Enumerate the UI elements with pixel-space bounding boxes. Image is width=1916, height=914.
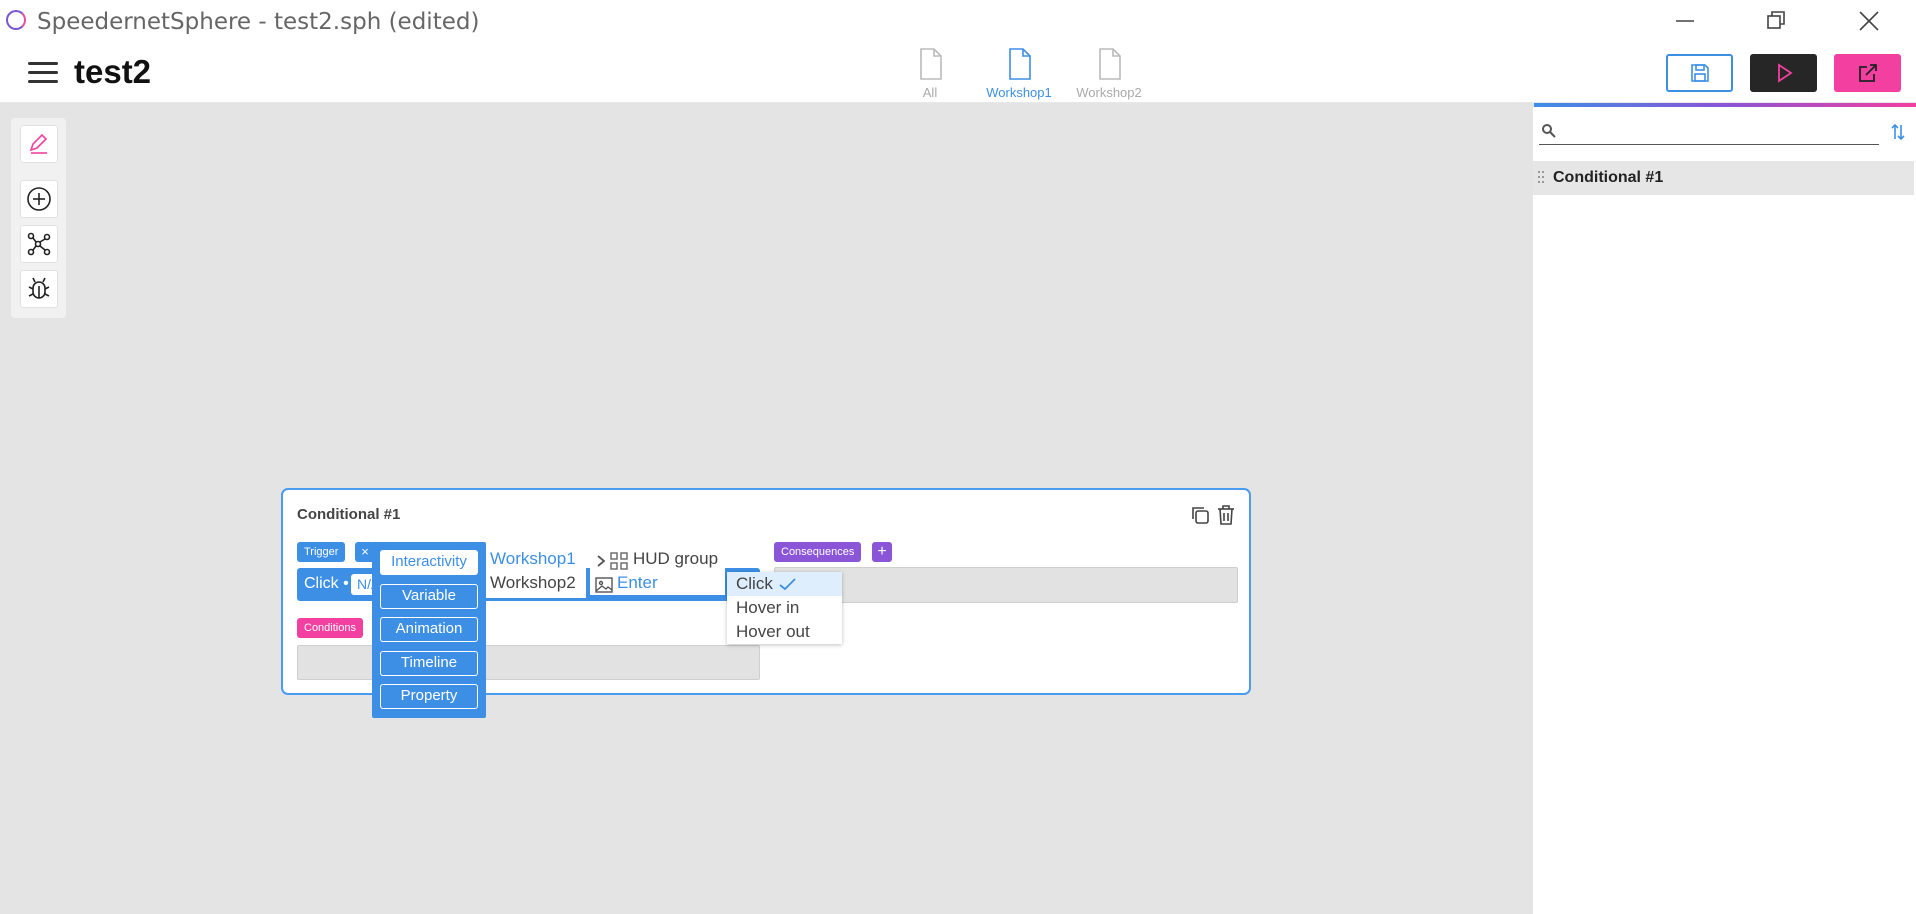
workshop-item[interactable]: Workshop1 — [490, 549, 576, 569]
search-input[interactable] — [1539, 121, 1879, 145]
trash-icon[interactable] — [1216, 504, 1236, 526]
node-graph-icon — [27, 232, 51, 256]
category-menu: Interactivity Variable Animation Timelin… — [372, 542, 486, 718]
edit-tool-button[interactable] — [20, 125, 58, 163]
workshop-item[interactable]: Workshop2 — [490, 573, 576, 593]
restore-button[interactable] — [1751, 4, 1801, 38]
category-item[interactable]: Variable — [380, 584, 478, 609]
tool-palette — [11, 118, 66, 318]
right-panel: Conditional #1 — [1533, 107, 1916, 914]
workshop-menu: Workshop1 Workshop2 — [486, 546, 586, 598]
event-item[interactable]: Hover out — [727, 620, 842, 644]
save-button[interactable] — [1666, 54, 1733, 92]
category-item[interactable]: Interactivity — [380, 550, 478, 575]
list-item-label: Conditional #1 — [1553, 169, 1664, 186]
conditions-label: Conditions — [297, 618, 363, 638]
category-item[interactable]: Property — [380, 684, 478, 709]
bug-icon — [28, 277, 50, 299]
drag-handle-icon[interactable] — [1538, 171, 1546, 185]
export-button[interactable] — [1834, 54, 1901, 92]
object-item[interactable]: Enter — [617, 573, 658, 593]
tab-all[interactable]: All — [882, 46, 978, 102]
play-button[interactable] — [1750, 54, 1817, 92]
trigger-label: Trigger — [297, 542, 346, 562]
checkmark-icon — [779, 578, 796, 591]
add-circle-icon — [27, 187, 51, 211]
document-title: test2 — [74, 53, 152, 90]
tab-workshop1-label: Workshop1 — [986, 85, 1052, 100]
debug-tool-button[interactable] — [20, 270, 58, 308]
sort-icon[interactable] — [1890, 123, 1906, 141]
list-item[interactable]: Conditional #1 — [1533, 161, 1914, 195]
pencil-icon — [29, 133, 48, 154]
consequences-dropzone[interactable] — [774, 567, 1238, 603]
close-button[interactable] — [1844, 4, 1894, 38]
event-item[interactable]: Hover in — [727, 596, 842, 620]
event-menu: Click Hover in Hover out — [727, 572, 842, 644]
file-icon — [920, 48, 942, 80]
consequences-label: Consequences — [774, 542, 862, 562]
add-tool-button[interactable] — [20, 180, 58, 218]
group-grid-icon — [610, 552, 628, 570]
add-consequence-button[interactable]: + — [872, 542, 892, 562]
tab-workshop2[interactable]: Workshop2 — [1061, 46, 1157, 102]
tab-workshop1[interactable]: Workshop1 — [971, 46, 1067, 102]
play-icon — [1777, 63, 1793, 83]
title-bar: SpeedernetSphere - test2.sph (edited) — [0, 0, 1916, 44]
minimize-icon — [1676, 20, 1694, 22]
event-item-label: Click — [736, 574, 773, 593]
graph-tool-button[interactable] — [20, 225, 58, 263]
tab-all-label: All — [922, 85, 938, 100]
window-title: SpeedernetSphere - test2.sph (edited) — [37, 9, 480, 35]
close-icon — [1859, 11, 1879, 31]
object-menu: HUD group Enter — [590, 546, 725, 598]
chevron-right-icon[interactable] — [596, 554, 606, 568]
app-logo-icon — [6, 10, 26, 30]
object-item[interactable]: HUD group — [633, 549, 718, 569]
duplicate-icon[interactable] — [1189, 504, 1211, 526]
trigger-text: Click • — [304, 575, 349, 592]
menu-icon[interactable] — [28, 62, 58, 84]
tab-workshop2-label: Workshop2 — [1076, 85, 1142, 100]
save-icon — [1690, 64, 1709, 82]
card-title: Conditional #1 — [297, 506, 401, 523]
file-icon — [1009, 48, 1031, 80]
conditions-dropzone[interactable] — [297, 645, 760, 680]
file-icon — [1099, 48, 1121, 80]
category-item[interactable]: Timeline — [380, 651, 478, 676]
event-item[interactable]: Click — [727, 572, 842, 596]
restore-icon — [1767, 11, 1785, 29]
category-item[interactable]: Animation — [380, 617, 478, 642]
app-header: test2 All Workshop1 Workshop2 — [0, 44, 1916, 103]
minimize-button[interactable] — [1660, 4, 1710, 38]
image-icon — [595, 577, 613, 593]
external-link-icon — [1858, 64, 1877, 82]
